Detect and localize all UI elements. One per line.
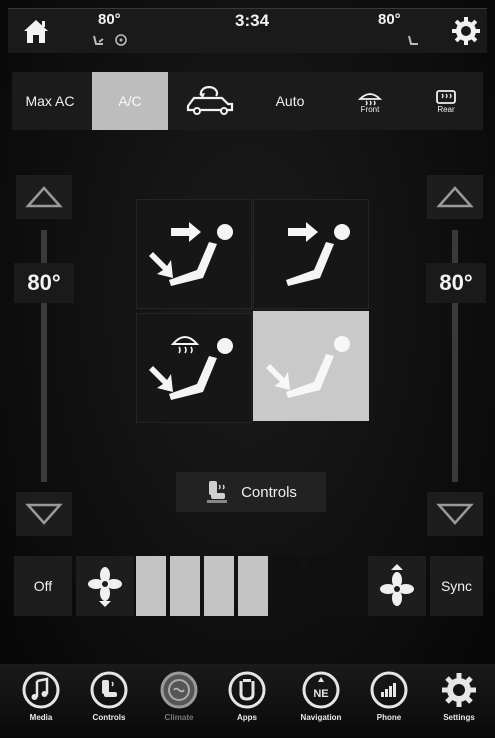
fan-level-segment[interactable]	[204, 556, 234, 616]
nav-navigation-label: Navigation	[300, 713, 342, 722]
passenger-temp-down-button[interactable]	[427, 492, 483, 536]
passenger-heated-seat-icon[interactable]	[406, 33, 420, 47]
auto-label: Auto	[275, 93, 305, 109]
gear-icon[interactable]	[450, 15, 482, 47]
airflow-floor-button[interactable]	[253, 311, 369, 421]
fan-off-label: Off	[33, 578, 53, 594]
fan-level-segment[interactable]	[272, 556, 302, 616]
passenger-temp-up-button[interactable]	[427, 175, 483, 219]
floor-airflow-icon	[266, 336, 350, 398]
apps-icon	[228, 671, 266, 709]
clock: 3:34	[235, 11, 270, 30]
sync-label: Sync	[440, 578, 473, 594]
nav-controls[interactable]: Controls	[76, 670, 142, 734]
phone-signal-icon	[370, 671, 408, 709]
climate-icon	[160, 671, 198, 709]
driver-temp-readout: 80°	[98, 11, 121, 28]
music-note-icon	[22, 671, 60, 709]
airflow-panel-floor-button[interactable]	[136, 199, 252, 309]
seat-controls-icon	[207, 481, 228, 503]
heated-wheel-icon[interactable]	[114, 33, 128, 47]
nav-apps[interactable]: Apps	[214, 670, 280, 734]
seat-controls-icon	[90, 671, 128, 709]
front-defrost-label: Front	[360, 104, 380, 114]
up-arrow-icon	[436, 186, 474, 208]
status-bar: 80° 3:34 80°	[8, 8, 487, 53]
panel-airflow-icon	[286, 222, 350, 286]
nav-apps-label: Apps	[237, 713, 257, 722]
compass-icon: NE	[302, 671, 340, 709]
fan-off-button[interactable]: Off	[14, 556, 72, 616]
nav-media[interactable]: Media	[8, 670, 74, 734]
controls-label: Controls	[241, 483, 297, 501]
nav-climate[interactable]: Climate	[146, 670, 212, 734]
driver-temp-down-button[interactable]	[16, 492, 72, 536]
airflow-defrost-floor-button[interactable]	[136, 313, 252, 423]
fan-level-segment[interactable]	[306, 556, 336, 616]
up-arrow-icon	[25, 186, 63, 208]
gear-icon	[442, 673, 476, 707]
fan-decrease-button[interactable]	[76, 556, 134, 616]
fan-level-segment[interactable]	[238, 556, 268, 616]
passenger-temp-readout: 80°	[378, 11, 401, 28]
nav-phone-label: Phone	[376, 713, 402, 722]
bottom-navigation-bar: Media Controls Climate Apps NE Navigatio…	[0, 664, 495, 738]
down-arrow-icon	[25, 503, 63, 525]
airflow-panel-button[interactable]	[253, 199, 369, 309]
fan-level-segment[interactable]	[136, 556, 166, 616]
ac-label: A/C	[118, 93, 142, 109]
rear-defrost-label: Rear	[437, 104, 455, 114]
seat-controls-button[interactable]: Controls	[176, 472, 326, 512]
nav-settings[interactable]: Settings	[426, 670, 492, 734]
home-icon[interactable]	[20, 15, 52, 47]
fan-down-icon	[88, 567, 122, 607]
panel-floor-airflow-icon	[149, 222, 233, 286]
front-defrost-button[interactable]: Front	[332, 72, 408, 130]
recirculate-button[interactable]	[172, 72, 248, 130]
rear-defrost-button[interactable]: Rear	[408, 72, 484, 130]
nav-climate-label: Climate	[164, 713, 194, 722]
max-ac-label: Max AC	[25, 93, 75, 109]
passenger-temp-value: 80°	[426, 263, 486, 303]
fan-level-segment[interactable]	[340, 556, 370, 616]
nav-navigation[interactable]: NE Navigation	[288, 670, 354, 734]
fan-increase-button[interactable]	[368, 556, 426, 616]
fan-level-segment[interactable]	[170, 556, 200, 616]
nav-settings-label: Settings	[443, 713, 475, 722]
climate-screen: 80° 3:34 80° Max AC A/C Auto Front Rear …	[0, 0, 495, 738]
svg-text:NE: NE	[313, 688, 328, 700]
nav-phone[interactable]: Phone	[356, 670, 422, 734]
climate-mode-row: Max AC A/C Auto Front Rear	[12, 72, 483, 130]
auto-button[interactable]: Auto	[252, 72, 328, 130]
nav-controls-label: Controls	[92, 713, 126, 722]
defrost-floor-airflow-icon	[149, 336, 233, 400]
heated-seat-icon[interactable]	[92, 33, 106, 47]
fan-up-icon	[380, 564, 414, 606]
driver-temp-up-button[interactable]	[16, 175, 72, 219]
down-arrow-icon	[436, 503, 474, 525]
recirculate-icon	[186, 86, 234, 115]
sync-button[interactable]: Sync	[430, 556, 483, 616]
nav-media-label: Media	[29, 713, 53, 722]
max-ac-button[interactable]: Max AC	[12, 72, 88, 130]
ac-button[interactable]: A/C	[92, 72, 168, 130]
fan-speed-row: Off Sync	[14, 556, 483, 616]
driver-temp-value: 80°	[14, 263, 74, 303]
